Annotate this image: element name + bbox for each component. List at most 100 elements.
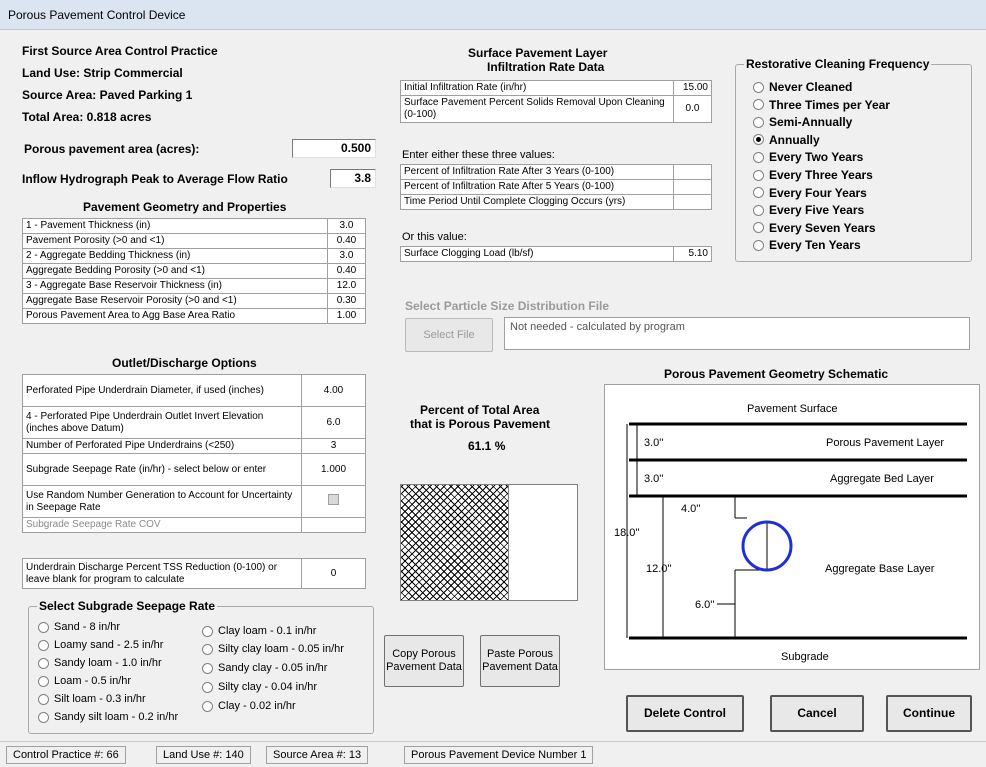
table-row: 4 - Perforated Pipe Underdrain Outlet In… xyxy=(22,406,366,439)
row-label: 1 - Pavement Thickness (in) xyxy=(22,218,328,234)
select-file-button[interactable]: Select File xyxy=(405,318,493,352)
status-device: Porous Pavement Device Number 1 xyxy=(404,746,594,764)
dim-label-3: 4.0'' xyxy=(681,503,701,515)
row-value[interactable]: 1.000 xyxy=(301,453,366,486)
row-value[interactable] xyxy=(673,194,712,210)
row-value[interactable] xyxy=(673,179,712,195)
row-value[interactable]: 3 xyxy=(301,438,366,454)
radio-icon xyxy=(753,187,764,199)
base-layer-label: Aggregate Base Layer xyxy=(825,563,935,575)
radio-cleaning-every-five-years[interactable]: Every Five Years xyxy=(753,203,864,217)
row-value[interactable]: 6.0 xyxy=(301,406,366,439)
particle-file-field[interactable]: Not needed - calculated by program xyxy=(504,317,970,350)
radio-icon xyxy=(38,693,49,705)
row-value[interactable]: 12.0 xyxy=(327,278,366,294)
delete-control-button[interactable]: Delete Control xyxy=(626,695,744,732)
radio-seepage-sandy-clay[interactable]: Sandy clay - 0.05 in/hr xyxy=(202,662,327,674)
radio-icon xyxy=(202,662,213,674)
table-row: Time Period Until Complete Clogging Occu… xyxy=(400,194,712,210)
radio-label: Sandy silt loam - 0.2 in/hr xyxy=(54,711,179,723)
dim-label-5: 12.0'' xyxy=(646,563,672,575)
row-label: Subgrade Seepage Rate COV xyxy=(22,517,302,533)
porous-area-input[interactable]: 0.500 xyxy=(292,139,376,158)
radio-seepage-sandy-silt-loam[interactable]: Sandy silt loam - 0.2 in/hr xyxy=(38,711,178,723)
subgrade-label: Subgrade xyxy=(781,651,829,663)
outlet-title: Outlet/Discharge Options xyxy=(112,356,257,370)
radio-icon xyxy=(202,625,213,637)
radio-cleaning-every-four-years[interactable]: Every Four Years xyxy=(753,186,867,200)
radio-seepage-clay-loam[interactable]: Clay loam - 0.1 in/hr xyxy=(202,625,316,637)
random-checkbox[interactable] xyxy=(328,494,339,505)
row-value[interactable]: 0.40 xyxy=(327,263,366,279)
cancel-button[interactable]: Cancel xyxy=(770,695,864,732)
row-value[interactable]: 1.00 xyxy=(327,308,366,324)
radio-icon xyxy=(753,116,764,128)
status-source-area: Source Area #: 13 xyxy=(266,746,369,764)
radio-label: Clay loam - 0.1 in/hr xyxy=(218,625,317,637)
row-label: Porous Pavement Area to Agg Base Area Ra… xyxy=(22,308,328,324)
row-label: 4 - Perforated Pipe Underdrain Outlet In… xyxy=(22,406,302,439)
radio-cleaning-never-cleaned[interactable]: Never Cleaned xyxy=(753,80,852,94)
cleaning-group-title: Restorative Cleaning Frequency xyxy=(744,57,932,71)
radio-seepage-loamy-sand[interactable]: Loamy sand - 2.5 in/hr xyxy=(38,639,163,651)
tss-value[interactable]: 0 xyxy=(301,558,366,589)
radio-label: Every Three Years xyxy=(769,168,873,182)
percent-area-fill xyxy=(401,485,509,600)
radio-cleaning-semi-annually[interactable]: Semi-Annually xyxy=(753,115,852,129)
radio-label: Semi-Annually xyxy=(769,115,853,130)
copy-button[interactable]: Copy Porous Pavement Data xyxy=(384,635,464,687)
row-value[interactable]: 0.0 xyxy=(673,95,712,123)
row-label: Percent of Infiltration Rate After 5 Yea… xyxy=(400,179,674,195)
radio-icon xyxy=(202,700,213,712)
random-checkbox-cell[interactable] xyxy=(301,485,366,518)
radio-cleaning-annually[interactable]: Annually xyxy=(753,133,820,147)
status-land-use: Land Use #: 140 xyxy=(156,746,251,764)
row-value[interactable] xyxy=(301,517,366,533)
radio-cleaning-every-three-years[interactable]: Every Three Years xyxy=(753,168,873,182)
radio-label: Loam - 0.5 in/hr xyxy=(54,675,132,687)
radio-cleaning-every-ten-years[interactable]: Every Ten Years xyxy=(753,238,861,252)
table-row: 2 - Aggregate Bedding Thickness (in) 3.0 xyxy=(22,248,366,264)
radio-seepage-sand[interactable]: Sand - 8 in/hr xyxy=(38,621,120,633)
radio-cleaning-every-two-years[interactable]: Every Two Years xyxy=(753,150,863,164)
title-bar: Porous Pavement Control Device xyxy=(0,0,986,30)
source-area-label: Source Area: Paved Parking 1 xyxy=(22,88,193,102)
porous-area-label: Porous pavement area (acres): xyxy=(24,142,200,156)
row-value[interactable] xyxy=(673,164,712,180)
radio-seepage-silty-clay[interactable]: Silty clay - 0.04 in/hr xyxy=(202,681,317,693)
radio-cleaning-three-times-per-year[interactable]: Three Times per Year xyxy=(753,98,890,112)
radio-label: Silt loam - 0.3 in/hr xyxy=(54,693,146,705)
practice-label: First Source Area Control Practice xyxy=(22,44,218,58)
row-value[interactable]: 3.0 xyxy=(327,218,366,234)
outlet-table: Perforated Pipe Underdrain Diameter, if … xyxy=(22,374,366,533)
radio-cleaning-every-seven-years[interactable]: Every Seven Years xyxy=(753,221,876,235)
radio-icon xyxy=(753,99,764,111)
row-value[interactable]: 15.00 xyxy=(673,80,712,96)
schematic-drawing: Pavement Surface Porous Pavement Layer 3… xyxy=(614,403,967,663)
row-label: Aggregate Bedding Porosity (>0 and <1) xyxy=(22,263,328,279)
row-value[interactable]: 4.00 xyxy=(301,374,366,407)
row-label: Perforated Pipe Underdrain Diameter, if … xyxy=(22,374,302,407)
radio-seepage-loam[interactable]: Loam - 0.5 in/hr xyxy=(38,675,131,687)
radio-seepage-clay[interactable]: Clay - 0.02 in/hr xyxy=(202,700,296,712)
table-row: Surface Pavement Percent Solids Removal … xyxy=(400,95,712,123)
radio-label: Every Two Years xyxy=(769,150,864,165)
continue-button[interactable]: Continue xyxy=(886,695,972,732)
row-value[interactable]: 5.10 xyxy=(673,246,712,262)
row-label: Subgrade Seepage Rate (in/hr) - select b… xyxy=(22,453,302,486)
row-label: 3 - Aggregate Base Reservoir Thickness (… xyxy=(22,278,328,294)
radio-seepage-silt-loam[interactable]: Silt loam - 0.3 in/hr xyxy=(38,693,146,705)
row-label: Aggregate Base Reservoir Porosity (>0 an… xyxy=(22,293,328,309)
radio-seepage-silty-clay-loam[interactable]: Silty clay loam - 0.05 in/hr xyxy=(202,643,344,655)
row-value[interactable]: 0.40 xyxy=(327,233,366,249)
surface-table-c: Surface Clogging Load (lb/sf) 5.10 xyxy=(400,246,712,262)
radio-icon xyxy=(753,222,764,234)
radio-icon xyxy=(753,134,764,146)
row-value[interactable]: 3.0 xyxy=(327,248,366,264)
porous-layer-label: Porous Pavement Layer xyxy=(826,437,944,449)
row-value[interactable]: 0.30 xyxy=(327,293,366,309)
paste-button[interactable]: Paste Porous Pavement Data xyxy=(480,635,560,687)
inflow-ratio-input[interactable]: 3.8 xyxy=(330,169,376,188)
table-row: 3 - Aggregate Base Reservoir Thickness (… xyxy=(22,278,366,294)
radio-seepage-sandy-loam[interactable]: Sandy loam - 1.0 in/hr xyxy=(38,657,162,669)
